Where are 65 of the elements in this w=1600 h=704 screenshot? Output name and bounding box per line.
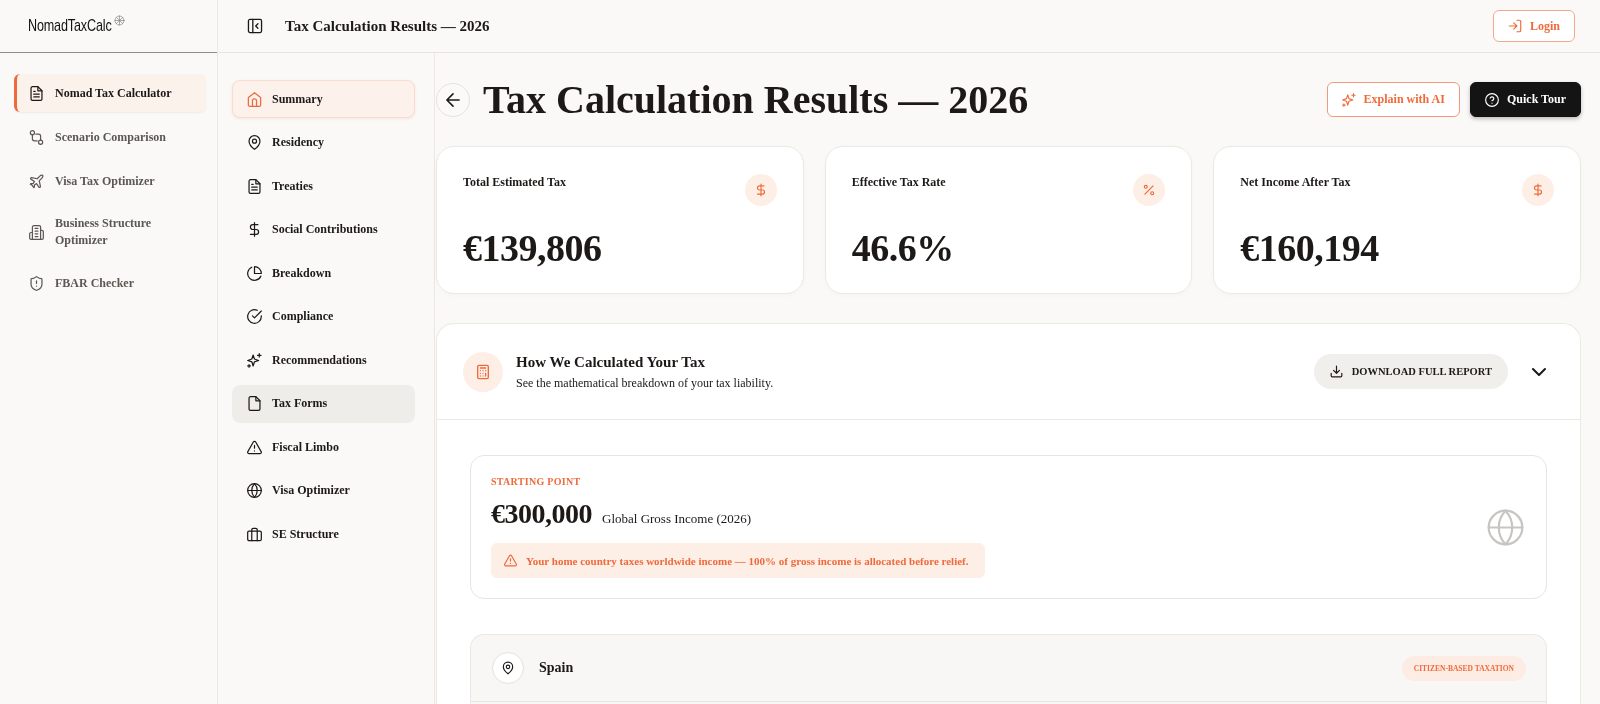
back-button[interactable]	[436, 82, 470, 117]
section-nav-item[interactable]: Summary	[232, 80, 415, 118]
country-name: Spain	[539, 660, 574, 676]
file-icon	[247, 396, 262, 411]
section-nav-item[interactable]: Residency	[232, 123, 415, 162]
logo-wordmark: NomadTaxCalc	[28, 16, 112, 36]
sidebar-item[interactable]: Business Structure Optimizer	[14, 206, 206, 258]
sparkles-icon	[1341, 92, 1356, 107]
starting-point-label: STARTING POINT	[491, 476, 581, 488]
shield-alert-icon	[29, 275, 44, 291]
section-nav-item[interactable]: Recommendations	[232, 341, 415, 379]
section-nav-item[interactable]: Breakdown	[232, 254, 415, 292]
globe-icon	[247, 483, 262, 498]
document-icon	[247, 178, 262, 194]
gross-income-amount: €300,000	[491, 499, 592, 529]
stat-label: Net Income After Tax	[1240, 175, 1351, 190]
sparkles-icon	[247, 352, 262, 368]
section-nav-item[interactable]: Tax Forms	[232, 384, 415, 423]
map-pin-icon	[492, 652, 524, 684]
dollar-icon	[744, 174, 777, 206]
dollar-icon	[247, 222, 262, 237]
pie-chart-icon	[247, 265, 262, 281]
section-nav-item[interactable]: Treaties	[232, 167, 415, 205]
map-pin-icon	[247, 135, 262, 150]
stat-label: Total Estimated Tax	[463, 175, 566, 190]
plane-icon	[29, 173, 44, 189]
sidebar-item[interactable]: Visa Tax Optimizer	[14, 162, 206, 200]
sidebar-item[interactable]: Nomad Tax Calculator	[14, 74, 206, 112]
stat-value: €160,194	[1240, 227, 1380, 269]
login-icon	[1508, 19, 1522, 33]
percent-icon	[1133, 174, 1166, 206]
section-nav-item[interactable]: Compliance	[232, 297, 415, 336]
panel-collapse-icon	[247, 18, 263, 34]
section-nav-item[interactable]: Fiscal Limbo	[232, 428, 415, 466]
stat-label: Effective Tax Rate	[851, 175, 946, 190]
dollar-icon	[1522, 174, 1554, 206]
download-button[interactable]: DOWNLOAD FULL REPORT	[1313, 354, 1508, 389]
arrow-left-icon	[446, 92, 460, 107]
document-icon	[29, 85, 44, 101]
home-icon	[247, 91, 262, 107]
building-icon	[29, 224, 44, 240]
section-title: How We Calculated Your Tax	[516, 352, 706, 371]
warning-icon	[504, 554, 517, 567]
globe-icon	[1487, 508, 1524, 546]
sidebar-item[interactable]: FBAR Checker	[14, 264, 206, 302]
section-nav-item[interactable]: Social Contributions	[232, 210, 415, 249]
stat-value: €139,806	[463, 227, 603, 269]
stat-value: 46.6%	[851, 227, 955, 269]
help-icon	[1484, 92, 1499, 107]
section-nav-item[interactable]: Visa Optimizer	[232, 471, 415, 510]
download-icon	[1329, 365, 1343, 378]
compass-icon	[113, 14, 125, 26]
warning-icon	[247, 439, 262, 455]
header-title: Tax Calculation Results — 2026	[285, 17, 490, 35]
section-nav-item[interactable]: SE Structure	[232, 515, 415, 553]
check-circle-icon	[247, 309, 262, 324]
briefcase-icon	[247, 526, 262, 542]
income-description: Global Gross Income (2026)	[602, 511, 752, 527]
branch-icon	[29, 129, 44, 145]
page-title: Tax Calculation Results — 2026	[483, 76, 1029, 123]
alert-text: Your home country taxes worldwide income — 100% of gross income is allocated before relief.	[526, 554, 969, 567]
section-subtitle: See the mathematical breakdown of your tax liability.	[516, 375, 774, 391]
sidebar-item[interactable]: Scenario Comparison	[14, 118, 206, 156]
calculator-icon	[463, 351, 503, 392]
tour-button[interactable]: Quick Tour	[1469, 82, 1581, 117]
